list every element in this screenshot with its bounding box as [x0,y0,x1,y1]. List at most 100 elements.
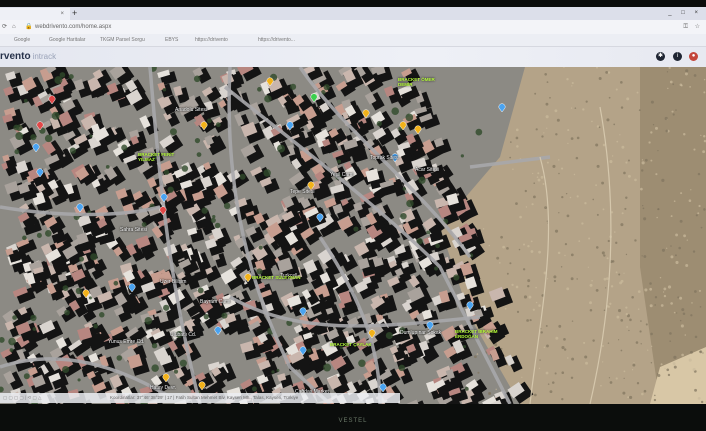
terrain-dot [537,172,540,175]
terrain-dot [522,243,526,246]
terrain-dot [699,306,702,308]
terrain-dot [618,339,620,341]
terrain-dot [518,248,521,251]
tree [256,268,263,275]
bookmark[interactable]: TKGM Parsel Sorgu [100,34,145,46]
tree [151,364,159,372]
satellite-map[interactable]: Sahra Sitesi Uzer Bilişim Yeşil Cami Hat… [0,67,706,404]
terrain-dot [502,245,506,249]
terrain-dot [635,341,639,344]
vehicle-label[interactable]: BRACKET SÜLEYMAN [252,275,312,280]
terrain-dot [585,361,588,365]
tree [193,75,201,83]
app-logo[interactable]: rvento intrack [0,51,56,62]
terrain-dot [703,208,706,211]
terrain-dot [554,109,558,113]
terrain-dot [570,376,574,380]
new-tab-button[interactable]: + [72,7,77,20]
terrain-dot [536,176,539,178]
terrain-dot [650,159,653,162]
terrain-dot [685,69,689,73]
bookmark[interactable]: EBYS [165,34,178,46]
vehicle-label[interactable]: BRACKET FERİT YILMAZ [138,152,190,162]
tree [163,304,170,311]
tree [197,287,204,294]
terrain-dot [702,135,706,138]
tree [376,120,382,127]
terrain-dot [585,100,588,103]
browser-tab[interactable]: × [0,8,70,20]
tree [223,202,231,210]
window-controls[interactable]: _ □ × [668,7,702,20]
terrain-dot [523,295,528,299]
terrain-dot [603,309,606,311]
map-tools-icons[interactable]: ▢ ▢ ▢ ▢ | ⟲ ▢ △ [3,393,41,403]
vehicle-label[interactable]: BRACKET İBRAHİM ERDOĞAN [455,329,503,339]
terrain-dot [650,131,653,134]
terrain-dot [681,353,684,357]
terrain-dot [631,369,634,371]
terrain-dot [688,358,692,362]
terrain-dot [605,70,609,74]
tab-close-icon[interactable]: × [60,8,64,20]
terrain-dot [591,280,593,282]
tree [251,386,257,392]
terrain-dot [675,109,677,111]
terrain-dot [576,278,578,280]
terrain-dot [545,102,549,106]
terrain-dot [664,367,666,370]
terrain-dot [547,383,550,385]
terrain-dot [702,352,704,354]
terrain-dot [567,129,570,132]
terrain-dot [657,208,660,211]
vehicle-label[interactable]: BRACKET ÇAYLAK [330,342,375,347]
terrain-dot [527,279,531,283]
info-icon[interactable]: i [673,52,682,61]
terrain-dot [589,308,593,312]
settings-icon[interactable]: ✱ [656,52,665,61]
terrain-dot [545,371,549,375]
bookmark[interactable]: Google Haritalar [49,34,85,46]
terrain-dot [598,76,602,80]
bookmark[interactable]: https://drivento [195,34,228,46]
terrain-dot [639,330,642,333]
terrain-dot [680,324,684,328]
terrain-dot [632,363,636,367]
url-text[interactable]: webdrivento.com/home.aspx [35,20,111,34]
address-bar[interactable]: ⟳ ⌂ 🔒 webdrivento.com/home.aspx ⚿ ☆ [0,20,706,34]
terrain-dot [669,340,672,342]
terrain-dot [676,312,678,314]
terrain-dot [673,355,677,359]
star-icon[interactable]: ☆ [695,20,700,34]
terrain-dot [488,244,490,247]
terrain-dot [601,345,604,348]
tree [116,355,123,361]
terrain-dot [516,145,519,148]
bookmark[interactable]: https://drivento... [258,34,295,46]
bookmark[interactable]: Google [14,34,30,46]
terrain-dot [643,217,647,221]
terrain-dot [657,150,659,152]
home-icon[interactable]: ⌂ [12,20,16,34]
map-canvas[interactable] [0,67,706,404]
terrain-dot [681,308,685,312]
tree [258,245,263,250]
terrain-dot [555,336,559,340]
terrain-dot [691,302,693,304]
tree [353,226,359,232]
terrain-dot [591,120,593,123]
terrain-dot [552,164,556,168]
terrain-dot [607,71,611,74]
vehicle-label[interactable]: BRACKET ÖMER DEMİR [398,77,438,87]
terrain-dot [528,295,532,299]
terrain-dot [560,266,563,268]
user-icon[interactable]: ● [689,52,698,61]
tree [323,363,332,372]
terrain-dot [625,313,629,316]
reload-icon[interactable]: ⟳ [2,20,7,34]
tree [418,176,426,184]
tree [434,266,439,271]
map-label: Dumlupınar Sokak [400,330,442,336]
key-icon[interactable]: ⚿ [683,20,688,34]
terrain-dot [496,256,500,260]
